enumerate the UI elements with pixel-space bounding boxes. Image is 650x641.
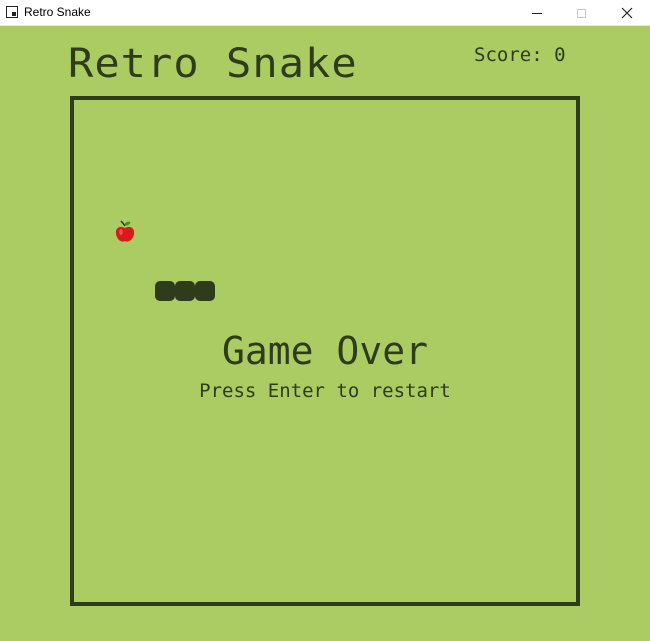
restart-hint: Press Enter to restart <box>199 380 451 402</box>
minimize-icon <box>532 12 542 14</box>
window-title: Retro Snake <box>24 5 91 19</box>
maximize-button[interactable] <box>558 0 604 26</box>
game-title: Retro Snake <box>68 41 358 87</box>
snake-segment <box>155 281 175 301</box>
close-button[interactable] <box>604 0 650 26</box>
snake-segment <box>175 281 195 301</box>
minimize-button[interactable] <box>514 0 560 26</box>
maximize-icon <box>576 8 586 18</box>
close-icon <box>621 7 633 19</box>
apple-icon <box>115 220 135 242</box>
score-display: Score: 0 <box>474 44 566 66</box>
game-area[interactable]: Retro Snake Score: 0 Game Over Press Ent… <box>0 26 650 641</box>
app-window-icon <box>6 6 18 18</box>
window-titlebar: Retro Snake <box>0 0 650 26</box>
game-over-text: Game Over <box>222 329 428 373</box>
snake-segment <box>195 281 215 301</box>
